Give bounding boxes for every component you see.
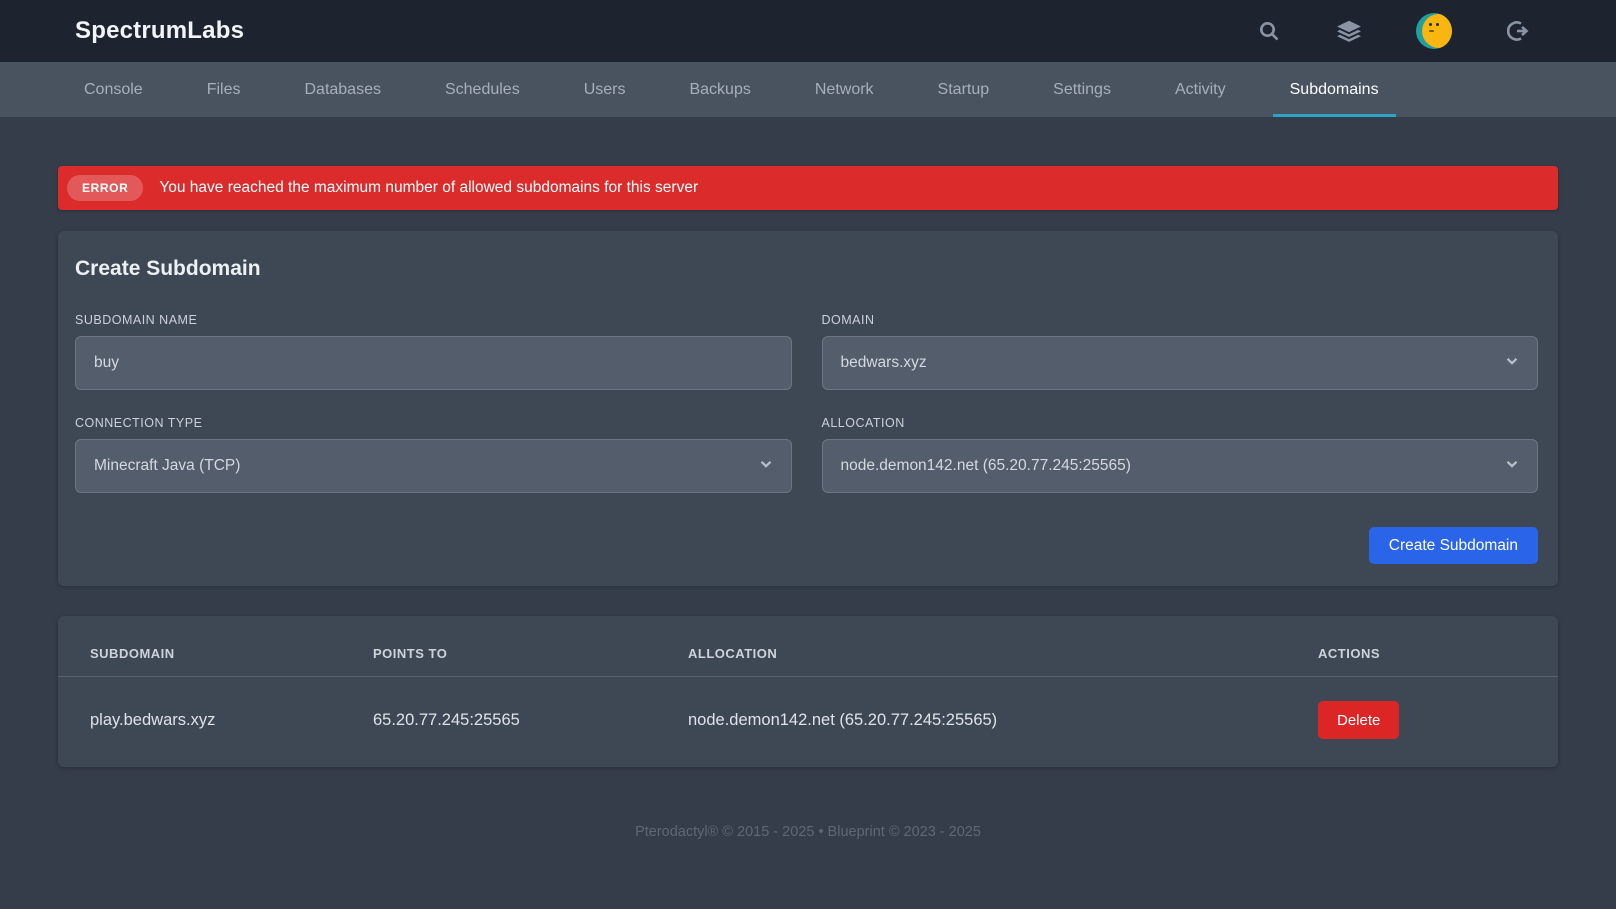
delete-subdomain-button[interactable]: Delete [1318, 701, 1400, 739]
col-allocation: ALLOCATION [688, 616, 1318, 677]
subdomain-name-label: SUBDOMAIN NAME [75, 313, 198, 327]
logout-icon[interactable] [1506, 18, 1532, 44]
create-subdomain-card: Create Subdomain SUBDOMAIN NAME DOMAIN b… [58, 231, 1558, 586]
allocation-select[interactable]: node.demon142.net (65.20.77.245:25565) [821, 439, 1538, 493]
col-points-to: POINTS TO [373, 616, 688, 677]
tab-databases[interactable]: Databases [287, 62, 398, 117]
table-row: play.bedwars.xyz 65.20.77.245:25565 node… [58, 677, 1558, 768]
page-content: ERROR You have reached the maximum numbe… [58, 117, 1558, 840]
tab-subdomains[interactable]: Subdomains [1272, 62, 1396, 117]
field-connection-type: CONNECTION TYPE Minecraft Java (TCP) [75, 416, 792, 493]
error-badge: ERROR [67, 175, 144, 201]
connection-type-label: CONNECTION TYPE [75, 416, 203, 430]
field-domain: DOMAIN bedwars.xyz [821, 313, 1538, 390]
tab-schedules[interactable]: Schedules [428, 62, 537, 117]
form-actions: Create Subdomain [75, 527, 1538, 564]
error-message: You have reached the maximum number of a… [159, 179, 699, 196]
search-icon[interactable] [1256, 18, 1282, 44]
chevron-down-icon [1505, 354, 1519, 373]
domain-select-value: bedwars.xyz [840, 354, 927, 371]
header-actions [1256, 13, 1532, 49]
form-grid: SUBDOMAIN NAME DOMAIN bedwars.xyz CONNEC… [75, 313, 1538, 493]
top-header: SpectrumLabs [0, 0, 1616, 62]
allocation-select-value: node.demon142.net (65.20.77.245:25565) [840, 457, 1131, 474]
tab-settings[interactable]: Settings [1036, 62, 1128, 117]
server-nav: Console Files Databases Schedules Users … [0, 62, 1616, 117]
app-title: SpectrumLabs [75, 17, 245, 44]
card-title: Create Subdomain [75, 257, 261, 280]
col-subdomain: SUBDOMAIN [58, 616, 373, 677]
avatar-mouth [1429, 30, 1434, 32]
chevron-down-icon [1505, 457, 1519, 476]
tab-activity[interactable]: Activity [1158, 62, 1243, 117]
allocation-label: ALLOCATION [821, 416, 905, 430]
subdomain-name-input[interactable] [75, 336, 792, 390]
domain-label: DOMAIN [821, 313, 875, 327]
domain-select[interactable]: bedwars.xyz [821, 336, 1538, 390]
connection-type-select[interactable]: Minecraft Java (TCP) [75, 439, 792, 493]
connection-type-select-value: Minecraft Java (TCP) [94, 457, 241, 474]
user-avatar[interactable] [1416, 13, 1452, 49]
avatar-eye [1429, 23, 1432, 26]
avatar-eye [1436, 23, 1439, 26]
tab-files[interactable]: Files [190, 62, 258, 117]
cell-allocation: node.demon142.net (65.20.77.245:25565) [688, 710, 998, 729]
tab-startup[interactable]: Startup [921, 62, 1007, 117]
chevron-down-icon [759, 457, 773, 476]
tab-console[interactable]: Console [67, 62, 160, 117]
tab-network[interactable]: Network [798, 62, 891, 117]
create-subdomain-button[interactable]: Create Subdomain [1368, 527, 1538, 564]
tab-users[interactable]: Users [567, 62, 643, 117]
field-allocation: ALLOCATION node.demon142.net (65.20.77.2… [821, 416, 1538, 493]
error-alert: ERROR You have reached the maximum numbe… [58, 166, 1558, 210]
field-subdomain-name: SUBDOMAIN NAME [75, 313, 792, 390]
subdomains-table: SUBDOMAIN POINTS TO ALLOCATION ACTIONS p… [58, 616, 1558, 767]
cell-subdomain: play.bedwars.xyz [90, 710, 216, 729]
col-actions: ACTIONS [1318, 616, 1558, 677]
cell-actions: Delete [1318, 677, 1558, 768]
layers-icon[interactable] [1336, 18, 1362, 44]
cell-points-to: 65.20.77.245:25565 [373, 710, 520, 729]
table-header-row: SUBDOMAIN POINTS TO ALLOCATION ACTIONS [58, 616, 1558, 677]
avatar-face [1422, 14, 1452, 48]
tab-backups[interactable]: Backups [672, 62, 767, 117]
subdomains-table-card: SUBDOMAIN POINTS TO ALLOCATION ACTIONS p… [58, 616, 1558, 767]
footer-credits: Pterodactyl® © 2015 - 2025 • Blueprint ©… [635, 824, 981, 840]
